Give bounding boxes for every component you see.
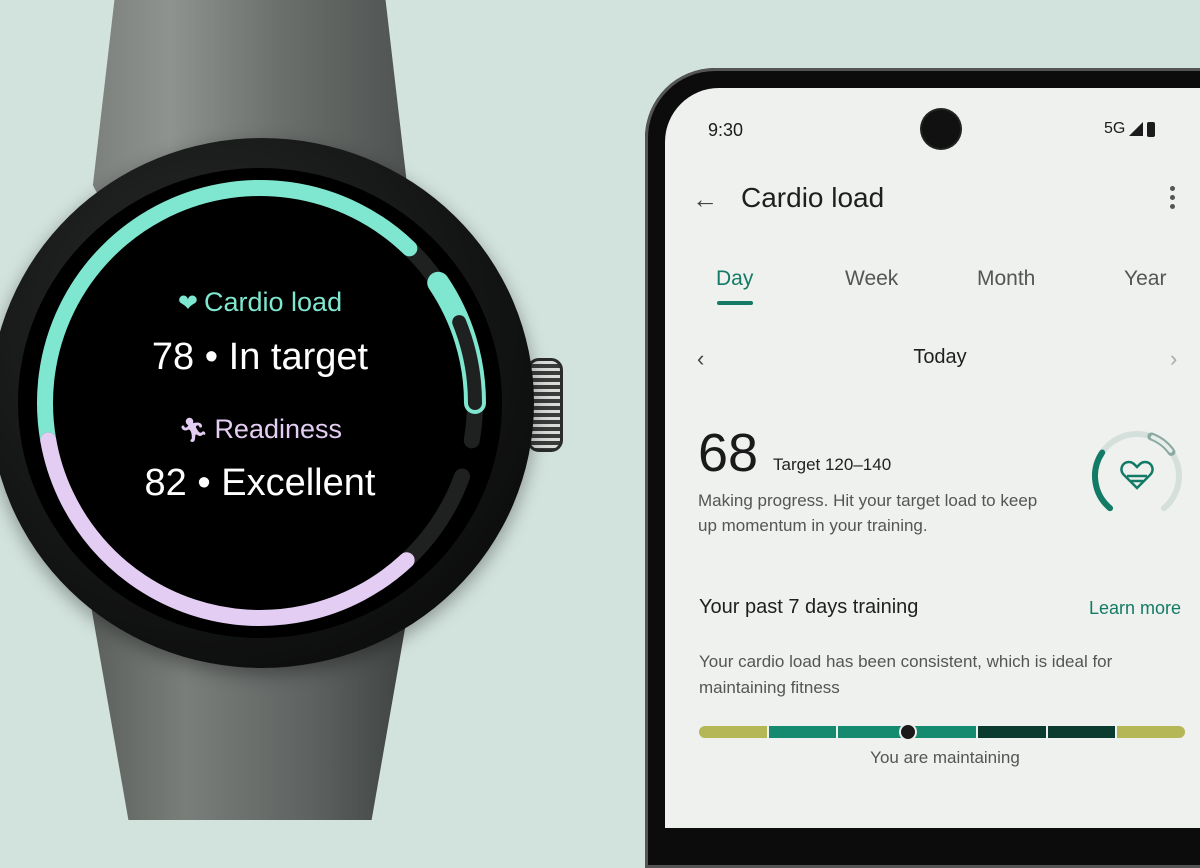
watch-readiness-title: 🏃︎ Readiness bbox=[177, 414, 343, 444]
scale-segment bbox=[699, 726, 767, 738]
watch-cardio-load-title: ❤ Cardio load bbox=[177, 287, 343, 317]
date-label: Today bbox=[913, 346, 967, 368]
front-camera bbox=[922, 110, 960, 148]
scale-segment bbox=[908, 726, 976, 738]
battery-icon bbox=[1147, 121, 1156, 137]
active-tab-indicator bbox=[717, 301, 753, 305]
scale-marker bbox=[898, 723, 917, 741]
status-icons: 5G bbox=[1104, 120, 1156, 138]
arrow-left-icon[interactable]: ← bbox=[692, 184, 718, 215]
ring-progress bbox=[1092, 449, 1114, 512]
training-description: Your cardio load has been consistent, wh… bbox=[699, 652, 1113, 697]
signal-icon bbox=[1129, 122, 1144, 136]
running-person-icon: 🏃︎ bbox=[177, 417, 209, 444]
chevron-left-icon[interactable]: ‹ bbox=[697, 346, 704, 372]
tab-week[interactable]: Week bbox=[845, 267, 898, 291]
watch-readiness-value: 82 • Excellent bbox=[144, 462, 376, 504]
cardio-load-target: Target 120–140 bbox=[773, 455, 892, 474]
page-title: Cardio load bbox=[741, 182, 885, 213]
learn-more-link[interactable]: Learn more bbox=[1089, 598, 1181, 619]
cardio-load-value: 68 bbox=[698, 423, 759, 483]
network-label: 5G bbox=[1104, 120, 1126, 137]
scale-segment bbox=[977, 726, 1046, 738]
tab-month[interactable]: Month bbox=[977, 267, 1035, 291]
more-vert-icon[interactable] bbox=[1170, 186, 1176, 209]
heart-icon: ❤ bbox=[177, 290, 198, 317]
cardio-load-ring bbox=[1092, 431, 1182, 512]
heart-icon bbox=[1120, 460, 1154, 490]
tab-day[interactable]: Day bbox=[716, 267, 753, 291]
scale-segment bbox=[768, 726, 837, 738]
training-scale-bar bbox=[699, 723, 1185, 741]
scale-segment bbox=[838, 726, 907, 738]
scale-segment bbox=[1117, 726, 1185, 738]
chevron-right-icon[interactable]: › bbox=[1170, 346, 1177, 372]
status-time: 9:30 bbox=[708, 120, 744, 140]
watch-cardio-load-value: 78 • In target bbox=[151, 336, 369, 378]
training-status: You are maintaining bbox=[870, 748, 1020, 767]
watch-screen bbox=[18, 168, 502, 638]
tab-year[interactable]: Year bbox=[1124, 267, 1166, 291]
scale-segment bbox=[1047, 726, 1116, 738]
training-section-title: Your past 7 days training bbox=[699, 596, 919, 618]
cardio-load-description: Making progress. Hit your target load to… bbox=[698, 491, 1038, 535]
